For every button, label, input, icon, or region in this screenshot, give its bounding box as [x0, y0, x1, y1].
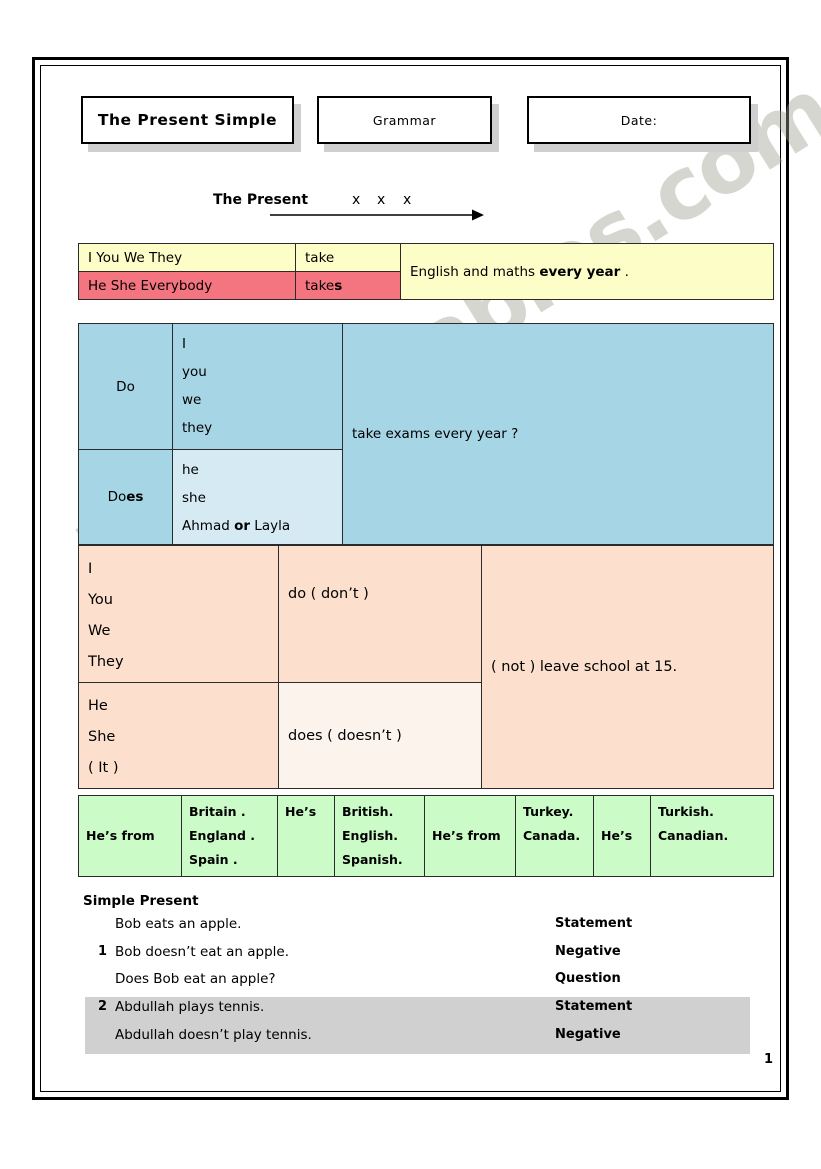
list-item: Does Bob eat an apple? Question	[85, 971, 750, 998]
question-aux-plural: Do	[78, 323, 173, 450]
aux-stem: Do	[107, 489, 127, 505]
aux-suffix: es	[126, 489, 144, 505]
table-row: I You We They take English and maths eve…	[78, 243, 774, 300]
subject-line: we	[182, 392, 202, 408]
list-item: 2 Abdullah plays tennis. Statement	[85, 999, 750, 1026]
item-type: Statement	[555, 999, 633, 1014]
list-item: Bob eats an apple. Statement	[85, 916, 750, 943]
subject-line: They	[88, 654, 124, 670]
subject-line: You	[88, 592, 113, 608]
affirmative-object: English and maths every year .	[400, 243, 774, 300]
affirmative-verb-singular: takes	[295, 271, 401, 300]
subject-line: she	[182, 490, 206, 506]
nationality-cell-2: Britain . England . Spain .	[181, 795, 278, 877]
object-emphasis: every year	[539, 263, 621, 280]
object-tail: .	[620, 263, 629, 280]
table-row: He’s from Britain . England . Spain . He…	[78, 795, 774, 877]
list-item: Abdullah doesn’t play tennis. Negative	[85, 1027, 750, 1054]
item-type: Statement	[555, 916, 633, 931]
cell-line: Spanish.	[342, 852, 403, 867]
nationality-cell-1: He’s from	[78, 795, 182, 877]
subject-line-names: Ahmad or Layla	[182, 512, 333, 540]
nationality-cell-6: Turkey. Canada.	[515, 795, 594, 877]
cell-line: British.	[342, 804, 394, 819]
cell-line: Canadian.	[658, 828, 729, 843]
verb-suffix: s	[334, 277, 343, 294]
timeline-mark-2: x	[377, 192, 386, 208]
item-sentence: Abdullah plays tennis.	[115, 999, 265, 1015]
question-subjects-singular: he she Ahmad or Layla	[172, 449, 343, 545]
negative-aux-singular: does ( doesn’t )	[278, 682, 482, 789]
timeline-mark-3: x	[403, 192, 412, 208]
nationality-cell-7: He’s	[593, 795, 651, 877]
item-sentence: Bob doesn’t eat an apple.	[115, 944, 290, 960]
cell-line: Spain .	[189, 852, 238, 867]
cell-line: Canada.	[523, 828, 581, 843]
item-number: 1	[97, 944, 107, 959]
item-type: Question	[555, 971, 621, 986]
question-subjects-plural: I you we they	[172, 323, 343, 450]
simple-present-heading: Simple Present	[83, 893, 199, 909]
subject-line: I	[88, 561, 93, 577]
affirmative-subjects-plural: I You We They	[78, 243, 296, 272]
nationality-cell-4: British. English. Spanish.	[334, 795, 425, 877]
nationality-cell-5: He’s from	[424, 795, 516, 877]
item-type: Negative	[555, 1027, 621, 1042]
affirmative-table: I You We They take English and maths eve…	[78, 243, 774, 300]
subject-line: He	[88, 698, 108, 714]
date-box: Date:	[527, 96, 751, 144]
cell-line: He’s	[285, 804, 317, 819]
item-sentence: Does Bob eat an apple?	[115, 971, 276, 987]
subject-label: Grammar	[372, 112, 437, 128]
cell-line: England .	[189, 828, 256, 843]
question-aux-singular: Does	[78, 449, 173, 545]
subject-line: he	[182, 462, 199, 478]
cell-line: English.	[342, 828, 399, 843]
verb-stem: take	[305, 277, 335, 294]
negative-predicate: ( not ) leave school at 15.	[481, 545, 774, 789]
negative-aux-plural: do ( don’t )	[278, 545, 482, 683]
verb-stem: take	[305, 249, 335, 266]
list-item: 1 Bob doesn’t eat an apple. Negative	[85, 944, 750, 971]
cell-line: He’s from	[86, 828, 155, 843]
object-text: English and maths	[410, 263, 540, 280]
subject-box: Grammar	[317, 96, 492, 144]
nationality-table: He’s from Britain . England . Spain . He…	[78, 795, 774, 877]
affirmative-subjects-singular: He She Everybody	[78, 271, 296, 300]
timeline-label: The Present	[213, 192, 309, 208]
conjunction: or	[234, 518, 251, 534]
affirmative-verb-plural: take	[295, 243, 401, 272]
table-row: I You We They do ( don’t ) ( not ) leave…	[78, 545, 774, 789]
subject-line: you	[182, 364, 207, 380]
item-sentence: Bob eats an apple.	[115, 916, 242, 932]
negative-subjects-singular: He She ( It )	[78, 682, 279, 789]
question-predicate: take exams every year ?	[342, 323, 774, 545]
subject-line: We	[88, 623, 111, 639]
date-label: Date:	[620, 112, 658, 128]
cell-line: Turkey.	[523, 804, 574, 819]
cell-line: He’s	[601, 828, 633, 843]
cell-line: Britain .	[189, 804, 246, 819]
negative-table: I You We They do ( don’t ) ( not ) leave…	[78, 545, 774, 789]
worksheet-title: The Present Simple	[97, 111, 278, 129]
nationality-cell-8: Turkish. Canadian.	[650, 795, 774, 877]
item-number: 2	[97, 999, 107, 1014]
question-table: Do I you we they take exams every year ?…	[78, 323, 774, 545]
name-a: Ahmad	[182, 518, 235, 534]
item-sentence: Abdullah doesn’t play tennis.	[115, 1027, 312, 1043]
cell-line: Turkish.	[658, 804, 714, 819]
nationality-cell-3: He’s	[277, 795, 335, 877]
item-type: Negative	[555, 944, 621, 959]
subject-line: She	[88, 729, 116, 745]
name-b: Layla	[250, 518, 291, 534]
subject-line: I	[182, 336, 186, 352]
worksheet-title-box: The Present Simple	[81, 96, 294, 144]
table-row: Do I you we they take exams every year ?	[78, 323, 774, 545]
page-number: 1	[763, 1052, 773, 1067]
negative-subjects-plural: I You We They	[78, 545, 279, 683]
timeline-mark-1: x	[352, 192, 361, 208]
cell-line: He’s from	[432, 828, 501, 843]
subject-line: ( It )	[88, 760, 119, 776]
subject-line: they	[182, 420, 213, 436]
